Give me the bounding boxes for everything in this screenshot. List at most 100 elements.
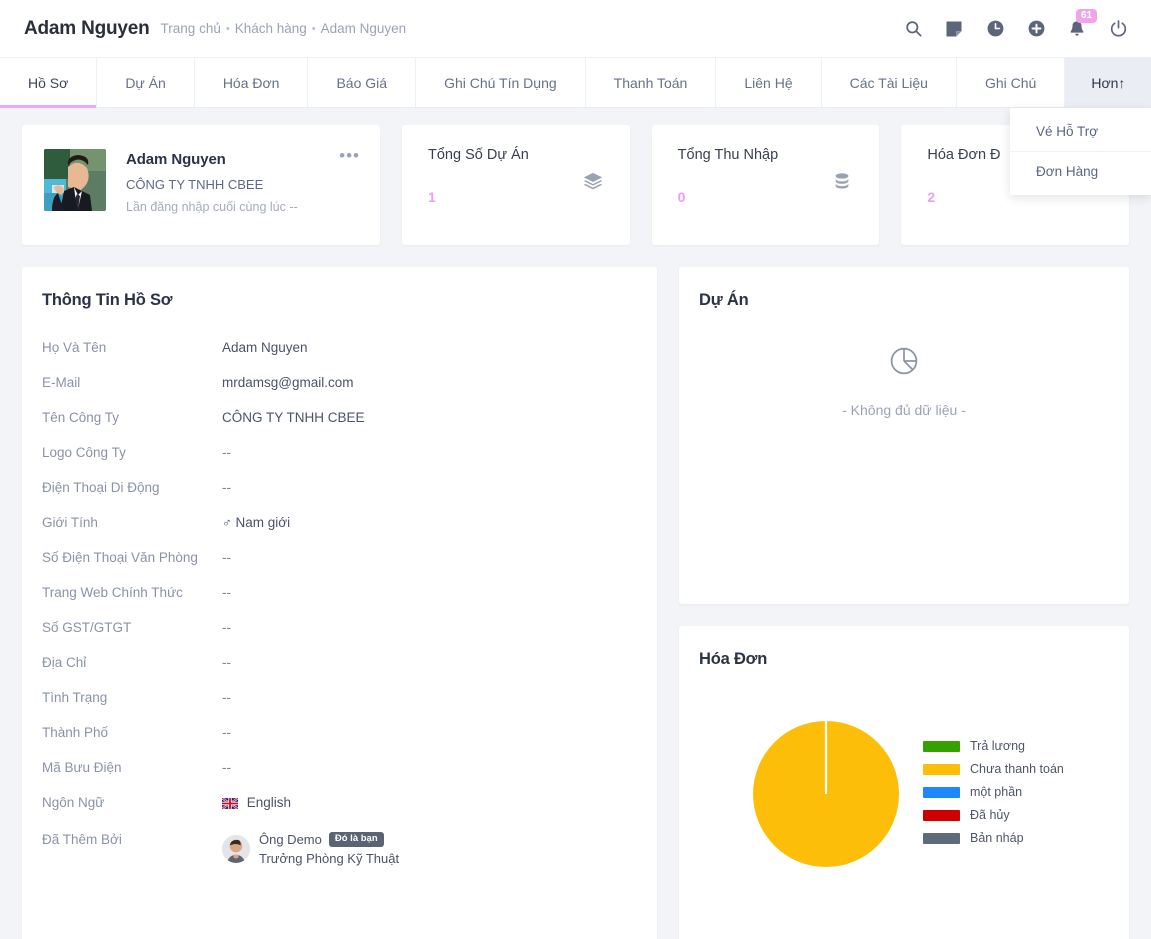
info-value: -- <box>222 760 231 775</box>
info-value: -- <box>222 445 231 460</box>
profile-info-card: Thông Tin Hồ Sơ Họ Và Tên Adam Nguyen E-… <box>22 267 657 939</box>
profile-info-title: Thông Tin Hồ Sơ <box>42 291 173 309</box>
info-row-mobile: Điện Thoại Di Động -- <box>22 470 657 505</box>
more-options-icon[interactable]: ••• <box>339 147 360 164</box>
added-by-role: Trưởng Phòng Kỹ Thuật <box>259 851 400 866</box>
legend-item[interactable]: Bản nháp <box>923 831 1064 845</box>
customer-summary-card: Adam Nguyen CÔNG TY TNHH CBEE Lần đăng n… <box>22 125 380 245</box>
tab-label: Ghi Chú <box>984 74 1037 91</box>
notification-badge: 61 <box>1076 8 1098 23</box>
info-value-added-by: Ông Demo Đó là bạn Trưởng Phòng Kỹ Thuật <box>222 832 399 866</box>
info-row-language: Ngôn Ngữ English <box>22 785 657 822</box>
info-label: Ngôn Ngữ <box>42 795 105 810</box>
info-row-email: E-Mail mrdamsg@gmail.com <box>22 365 657 400</box>
info-value-gender: ♂ Nam giới <box>222 515 290 530</box>
tab-label: Ghi Chú Tín Dụng <box>444 74 557 91</box>
info-label: E-Mail <box>42 375 81 390</box>
customer-last-login: Lần đăng nhập cuối cùng lúc -- <box>126 200 298 214</box>
breadcrumb-item-home[interactable]: Trang chủ <box>161 21 221 36</box>
projects-panel-title: Dự Án <box>699 291 749 309</box>
info-label: Tình Trạng <box>42 690 108 705</box>
info-row-gender: Giới Tính ♂ Nam giới <box>22 505 657 540</box>
main-content: Adam Nguyen CÔNG TY TNHH CBEE Lần đăng n… <box>0 108 1151 939</box>
added-by-user[interactable]: Ông Demo Đó là bạn Trưởng Phòng Kỹ Thuật <box>222 832 399 866</box>
info-label: Tên Công Ty <box>42 410 120 425</box>
info-label: Mã Bưu Điện <box>42 760 122 775</box>
info-row-added-by: Đã Thêm Bởi Ông Demo Đó là bạn Trưởng Ph… <box>22 822 657 876</box>
bell-icon[interactable]: 61 <box>1066 8 1098 40</box>
profile-info-column: Thông Tin Hồ Sơ Họ Và Tên Adam Nguyen E-… <box>22 267 657 939</box>
legend-swatch-cancelled <box>923 809 960 821</box>
tab-bao-gia[interactable]: Báo Giá <box>308 58 417 107</box>
info-value: Adam Nguyen <box>222 340 308 355</box>
info-label: Giới Tính <box>42 515 98 530</box>
invoices-chart-legend: Trả lương Chưa thanh toán một phần Đã hủ… <box>923 739 1064 854</box>
info-value: English <box>246 795 292 810</box>
info-label: Họ Và Tên <box>42 340 107 355</box>
legend-item[interactable]: Đã hủy <box>923 808 1064 822</box>
tab-ho-so[interactable]: Hồ Sơ <box>0 58 98 108</box>
legend-swatch-draft <box>923 832 960 844</box>
more-dropdown-menu: Vé Hỗ Trợ Đơn Hàng <box>1010 108 1151 195</box>
tab-lien-he[interactable]: Liên Hệ <box>716 58 822 107</box>
info-value: -- <box>222 550 231 565</box>
power-icon[interactable] <box>1107 18 1129 40</box>
details-row: Thông Tin Hồ Sơ Họ Và Tên Adam Nguyen E-… <box>22 267 1129 939</box>
info-row-gst: Số GST/GTGT -- <box>22 610 657 645</box>
tab-du-an[interactable]: Dự Án <box>97 58 195 107</box>
tab-ghi-chu[interactable]: Ghi Chú <box>957 58 1066 107</box>
legend-item[interactable]: Chưa thanh toán <box>923 762 1064 776</box>
search-icon[interactable] <box>902 18 924 40</box>
dropdown-item-ve-ho-tro[interactable]: Vé Hỗ Trợ <box>1010 112 1151 152</box>
note-icon[interactable] <box>943 18 965 40</box>
page-root: Adam Nguyen Trang chủ • Khách hàng • Ada… <box>0 0 1151 939</box>
projects-empty-text: - Không đủ dữ liệu - <box>842 402 966 418</box>
info-value: -- <box>222 655 231 670</box>
male-gender-icon: ♂ <box>222 515 232 530</box>
legend-label: một phần <box>970 785 1023 799</box>
breadcrumb-item-customers[interactable]: Khách hàng <box>235 21 307 36</box>
customer-summary-meta: Adam Nguyen CÔNG TY TNHH CBEE Lần đăng n… <box>126 149 298 214</box>
legend-item[interactable]: một phần <box>923 785 1064 799</box>
summary-row: Adam Nguyen CÔNG TY TNHH CBEE Lần đăng n… <box>22 125 1130 245</box>
tab-more[interactable]: Hơn↑ <box>1065 58 1151 107</box>
page-title: Adam Nguyen <box>24 17 150 39</box>
info-row-postal-code: Mã Bưu Điện -- <box>22 750 657 785</box>
dropdown-item-don-hang[interactable]: Đơn Hàng <box>1010 152 1151 191</box>
invoices-pie-chart <box>753 721 899 872</box>
tab-label: Báo Giá <box>336 74 388 91</box>
info-label: Logo Công Ty <box>42 445 126 460</box>
legend-label: Chưa thanh toán <box>970 762 1064 776</box>
invoices-panel-title: Hóa Đơn <box>699 650 768 668</box>
profile-info-list: Họ Và Tên Adam Nguyen E-Mail mrdamsg@gma… <box>22 330 657 876</box>
projects-panel: Dự Án - Không đủ dữ liệu - <box>679 267 1129 604</box>
invoices-panel: Hóa Đơn Trả lương Chưa thanh toán một ph… <box>679 626 1129 939</box>
breadcrumb: Trang chủ • Khách hàng • Adam Nguyen <box>161 21 407 36</box>
avatar <box>44 149 106 211</box>
breadcrumb-item-current: Adam Nguyen <box>320 21 407 36</box>
tab-thanh-toan[interactable]: Thanh Toán <box>586 58 717 107</box>
pie-chart-icon <box>888 345 920 382</box>
tab-hoa-don[interactable]: Hóa Đơn <box>195 58 309 107</box>
tab-cac-tai-lieu[interactable]: Các Tài Liệu <box>822 58 957 107</box>
added-by-avatar <box>222 835 250 863</box>
info-row-company-logo: Logo Công Ty -- <box>22 435 657 470</box>
top-bar-icons: 61 <box>902 8 1129 40</box>
projects-empty-state: - Không đủ dữ liệu - <box>679 345 1129 418</box>
info-label: Số Điện Thoại Văn Phòng <box>42 550 198 565</box>
legend-swatch-paid <box>923 740 960 752</box>
legend-item[interactable]: Trả lương <box>923 739 1064 753</box>
legend-swatch-partial <box>923 786 960 798</box>
plus-circle-icon[interactable] <box>1025 18 1047 40</box>
breadcrumb-separator: • <box>225 22 230 35</box>
tab-label: Dự Án <box>125 74 166 91</box>
legend-label: Trả lương <box>970 739 1026 753</box>
added-by-line1: Ông Demo Đó là bạn <box>259 832 399 847</box>
info-label: Điện Thoại Di Động <box>42 480 160 495</box>
stat-card-total-income: Tổng Thu Nhập 0 <box>651 125 880 245</box>
charts-column: Dự Án - Không đủ dữ liệu - Hóa Đơn Trả l… <box>679 267 1129 939</box>
stat-card-total-projects: Tổng Số Dự Án 1 <box>402 125 630 245</box>
clock-icon[interactable] <box>984 18 1006 40</box>
info-value: -- <box>222 480 231 495</box>
tab-ghi-chu-tin-dung[interactable]: Ghi Chú Tín Dụng <box>416 58 586 107</box>
